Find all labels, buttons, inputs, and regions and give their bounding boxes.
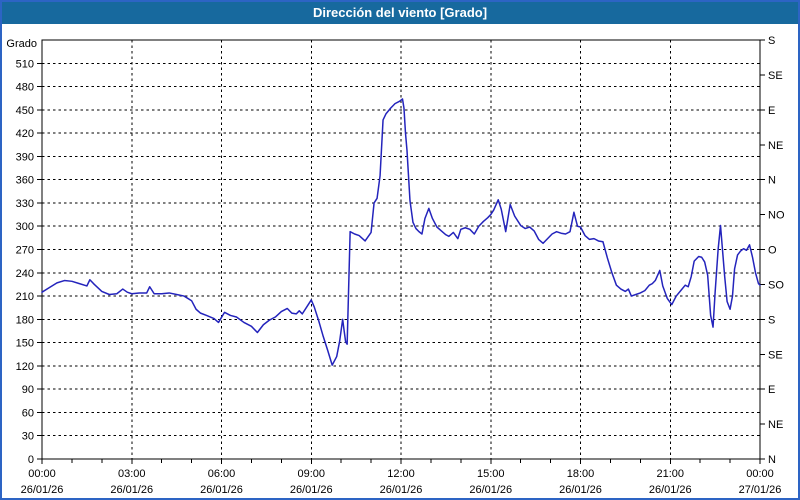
x-axis-time-label: 00:00 bbox=[28, 468, 56, 480]
x-axis-time-label: 21:00 bbox=[656, 468, 684, 480]
y-axis-tick-label: 330 bbox=[16, 198, 34, 210]
y-axis-tick-label: 120 bbox=[16, 361, 34, 373]
right-axis-compass-label: S bbox=[768, 35, 775, 47]
x-axis-date-label: 26/01/26 bbox=[110, 484, 153, 496]
x-axis-date-label: 26/01/26 bbox=[469, 484, 512, 496]
y-axis-tick-label: 60 bbox=[22, 407, 34, 419]
right-axis-compass-label: N bbox=[768, 454, 776, 466]
right-axis-compass-label: SO bbox=[768, 279, 784, 291]
title-bar: Dirección del viento [Grado] bbox=[2, 2, 798, 24]
right-axis-compass-label: N bbox=[768, 175, 776, 187]
y-axis-tick-label: 30 bbox=[22, 431, 34, 443]
wind-direction-line bbox=[42, 99, 760, 365]
x-axis-time-label: 06:00 bbox=[208, 468, 236, 480]
y-axis-tick-label: 240 bbox=[16, 268, 34, 280]
y-axis-tick-label: 300 bbox=[16, 221, 34, 233]
x-axis-date-label: 26/01/26 bbox=[380, 484, 423, 496]
x-axis-time-label: 00:00 bbox=[746, 468, 774, 480]
right-axis-compass-label: NO bbox=[768, 210, 785, 222]
wind-direction-chart: 0 30 60 90 120 150 180 210 240 270 300 330 360 390 420… bbox=[2, 24, 798, 498]
y-axis-tick-label: 0 bbox=[28, 454, 34, 466]
window-title: Dirección del viento [Grado] bbox=[313, 5, 487, 20]
x-axis-time-label: 18:00 bbox=[567, 468, 595, 480]
y-axis-tick-label: 90 bbox=[22, 384, 34, 396]
x-axis-date-label: 27/01/26 bbox=[739, 484, 782, 496]
right-axis-compass-label: SE bbox=[768, 70, 783, 82]
x-axis-date-label: 26/01/26 bbox=[290, 484, 333, 496]
y-axis-tick-label: 360 bbox=[16, 175, 34, 187]
y-axis-tick-label: 270 bbox=[16, 245, 34, 257]
chart-area: 0 30 60 90 120 150 180 210 240 270 300 330 360 390 420… bbox=[2, 24, 798, 498]
right-axis-compass-label: NE bbox=[768, 419, 783, 431]
right-axis-compass-label: NE bbox=[768, 140, 783, 152]
y-axis-tick-label: 450 bbox=[16, 105, 34, 117]
y-axis-tick-label: 480 bbox=[16, 82, 34, 94]
y-axis-tick-label: 420 bbox=[16, 128, 34, 140]
x-axis-date-label: 26/01/26 bbox=[559, 484, 602, 496]
y-axis-tick-label: 150 bbox=[16, 338, 34, 350]
y-axis-tick-label: 180 bbox=[16, 314, 34, 326]
right-axis-compass-label: SE bbox=[768, 349, 783, 361]
x-axis-time-label: 15:00 bbox=[477, 468, 505, 480]
x-axis-date-label: 26/01/26 bbox=[21, 484, 64, 496]
x-axis-time-label: 09:00 bbox=[297, 468, 325, 480]
y-axis-title: Grado bbox=[6, 38, 37, 50]
right-axis-compass-label: E bbox=[768, 105, 775, 117]
x-axis-time-label: 03:00 bbox=[118, 468, 146, 480]
x-axis-time-label: 12:00 bbox=[387, 468, 415, 480]
right-axis-compass-label: S bbox=[768, 314, 775, 326]
right-axis-compass-label: E bbox=[768, 384, 775, 396]
y-axis-tick-label: 210 bbox=[16, 291, 34, 303]
x-axis-date-label: 26/01/26 bbox=[200, 484, 243, 496]
chart-window: Dirección del viento [Grado] 0 30 60 90 120 1… bbox=[0, 0, 800, 500]
x-axis-date-label: 26/01/26 bbox=[649, 484, 692, 496]
right-axis-compass-label: O bbox=[768, 245, 777, 257]
y-axis-tick-label: 510 bbox=[16, 58, 34, 70]
y-axis-tick-label: 390 bbox=[16, 151, 34, 163]
